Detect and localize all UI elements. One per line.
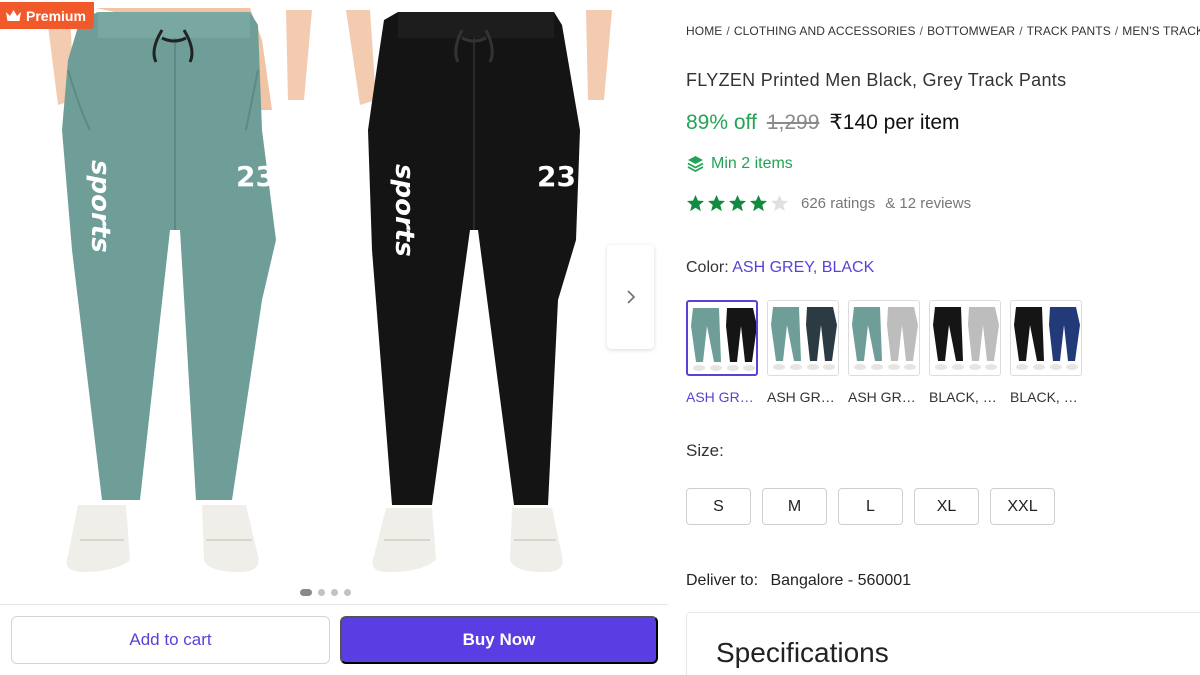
color-swatch-thumbnail <box>686 300 758 376</box>
color-option-label: ASH GREY, BLACK <box>686 389 758 405</box>
color-option-label: BLACK, NAVY <box>1010 389 1082 405</box>
swatch-pants-image <box>1014 307 1080 370</box>
price-row: 89% off 1,299 ₹140 per item <box>686 110 960 135</box>
pagination-dot[interactable] <box>300 589 312 596</box>
star-filled-icon <box>707 194 726 212</box>
right-pant-print-text: sports <box>389 164 419 257</box>
star-empty-icon <box>770 194 789 212</box>
color-label: Color: ASH GREY, BLACK <box>686 259 874 277</box>
star-filled-icon <box>749 194 768 212</box>
product-title: FLYZEN Printed Men Black, Grey Track Pan… <box>686 70 1067 90</box>
breadcrumb-separator: / <box>726 24 730 38</box>
color-option-black-grey[interactable]: BLACK, GREY <box>929 300 1001 405</box>
product-image[interactable]: sports 23 sports 23 <box>0 0 668 605</box>
color-swatches: ASH GREY, BLACK ASH GREY, NAVY <box>686 300 1082 405</box>
color-option-black-navy[interactable]: BLACK, NAVY <box>1010 300 1082 405</box>
size-option-xxl[interactable]: XXL <box>990 488 1055 525</box>
size-label: Size: <box>686 441 724 460</box>
left-pant-print-text: sports <box>85 160 115 253</box>
ratings-count: 626 ratings <box>801 195 876 212</box>
action-bar: Add to cart Buy Now <box>0 604 668 675</box>
selected-color-value: ASH GREY, BLACK <box>732 259 875 276</box>
breadcrumb-mens-track-pants[interactable]: MEN'S TRACK PANTS <box>1122 24 1200 38</box>
reviews-count: & 12 reviews <box>885 195 972 212</box>
delivery-location[interactable]: Deliver to: Bangalore - 560001 <box>686 572 911 590</box>
left-pant-number: 23 <box>236 160 275 193</box>
premium-badge: Premium <box>0 2 94 29</box>
breadcrumb-separator: / <box>1114 24 1119 38</box>
breadcrumb-bottomwear[interactable]: BOTTOMWEAR <box>927 24 1015 38</box>
add-to-cart-button[interactable]: Add to cart <box>11 616 330 664</box>
color-swatch-thumbnail <box>1010 300 1082 376</box>
color-option-ash-grey-grey[interactable]: ASH GREY, GREY <box>848 300 920 405</box>
size-option-m[interactable]: M <box>762 488 827 525</box>
breadcrumb-track-pants[interactable]: TRACK PANTS <box>1027 24 1111 38</box>
product-gallery: sports 23 sports 23 Premium <box>0 0 668 605</box>
pagination-dot[interactable] <box>344 589 351 596</box>
specifications-heading: Specifications <box>716 637 889 668</box>
star-filled-icon <box>728 194 747 212</box>
color-option-label: BLACK, GREY <box>929 389 1001 405</box>
rating-row[interactable]: 626 ratings & 12 reviews <box>686 194 971 213</box>
specifications-card: Specifications <box>686 612 1200 675</box>
breadcrumb-clothing[interactable]: CLOTHING AND ACCESSORIES <box>734 24 916 38</box>
buy-now-button[interactable]: Buy Now <box>340 616 658 664</box>
pagination-dot[interactable] <box>331 589 338 596</box>
image-pagination-dots <box>300 589 351 596</box>
swatch-pants-image <box>852 307 918 370</box>
color-option-label: ASH GREY, NAVY <box>767 389 839 405</box>
size-option-s[interactable]: S <box>686 488 751 525</box>
selling-price: ₹140 per item <box>829 111 960 134</box>
min-items-info: Min 2 items <box>686 154 793 173</box>
breadcrumb-separator: / <box>1019 24 1023 38</box>
swatch-pants-image <box>691 308 756 371</box>
color-option-ash-grey-navy[interactable]: ASH GREY, NAVY <box>767 300 839 405</box>
breadcrumb: HOME / CLOTHING AND ACCESSORIES / BOTTOMWEAR… <box>686 24 1200 38</box>
color-swatch-thumbnail <box>848 300 920 376</box>
size-option-xl[interactable]: XL <box>914 488 979 525</box>
premium-badge-label: Premium <box>26 7 86 24</box>
layers-icon <box>687 156 704 173</box>
delivery-pincode: Bangalore - 560001 <box>770 572 912 589</box>
min-items-label: Min 2 items <box>711 154 793 172</box>
discount-percent: 89% off <box>686 111 757 134</box>
pagination-dot[interactable] <box>318 589 325 596</box>
swatch-pants-image <box>933 307 999 370</box>
original-price: 1,299 <box>766 111 820 134</box>
breadcrumb-home[interactable]: HOME <box>686 24 722 38</box>
size-option-l[interactable]: L <box>838 488 903 525</box>
deliver-to-label: Deliver to: <box>686 572 759 589</box>
swatch-pants-image <box>771 307 837 370</box>
chevron-right-icon <box>626 290 635 304</box>
color-option-ash-grey-black[interactable]: ASH GREY, BLACK <box>686 300 758 405</box>
color-swatch-thumbnail <box>929 300 1001 376</box>
next-image-button[interactable] <box>607 245 654 349</box>
crown-icon <box>6 10 21 21</box>
color-swatch-thumbnail <box>767 300 839 376</box>
right-pant-number: 23 <box>537 160 576 193</box>
color-label-text: Color: <box>686 259 729 276</box>
size-options: S M L XL XXL <box>686 488 1055 525</box>
breadcrumb-separator: / <box>919 24 924 38</box>
star-filled-icon <box>686 194 705 212</box>
product-details: HOME / CLOTHING AND ACCESSORIES / BOTTOMWEAR… <box>686 0 1200 675</box>
color-option-label: ASH GREY, GREY <box>848 389 920 405</box>
